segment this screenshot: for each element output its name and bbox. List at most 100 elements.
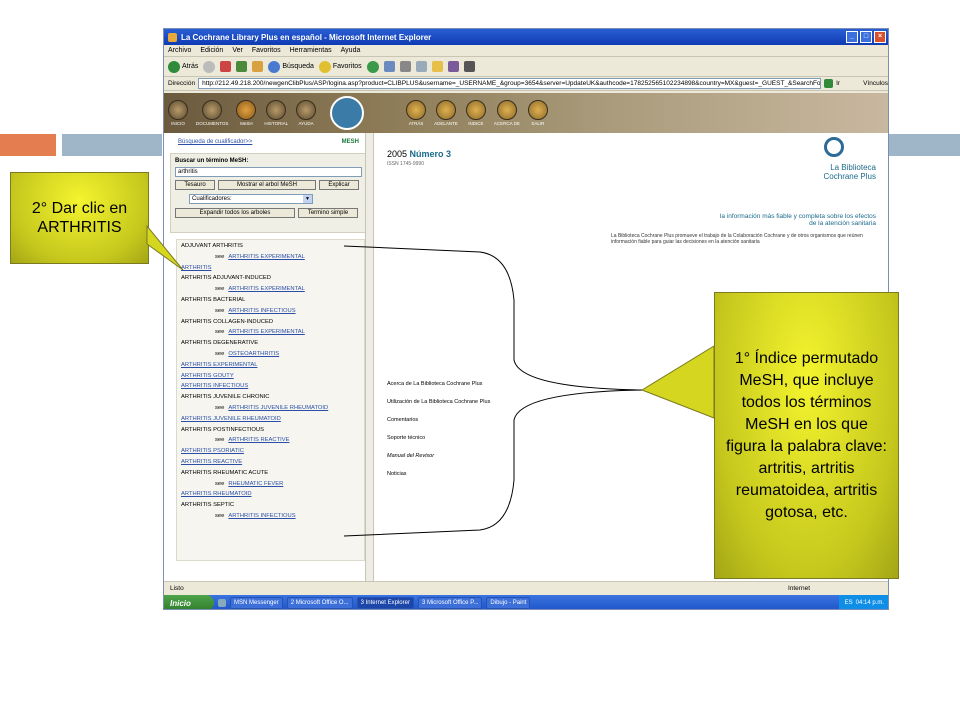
language-indicator[interactable]: ES <box>845 600 853 606</box>
see-term-link[interactable]: ARTHRITIS EXPERIMENTAL <box>228 329 304 335</box>
menu-ver[interactable]: Ver <box>232 47 243 54</box>
forward-arrow-icon[interactable] <box>203 60 216 73</box>
qualifier-select[interactable]: Cualificadores: ▼ <box>189 194 313 204</box>
maximize-icon[interactable]: □ <box>860 31 872 43</box>
see-label: see <box>215 512 225 519</box>
mesh-term-row[interactable]: see RHEUMATIC FEVER <box>181 481 360 492</box>
show-tree-button[interactable]: Mostrar el arbol MeSH <box>218 180 316 190</box>
address-input[interactable]: http://212.49.218.200/newgenClibPlus/ASP… <box>198 78 822 89</box>
mesh-term-row: ARTHRITIS RHEUMATIC ACUTE <box>181 469 269 476</box>
task-office-2[interactable]: 3 Microsoft Office P... <box>417 597 483 609</box>
chevron-down-icon: ▼ <box>303 195 312 203</box>
task-paint[interactable]: Dibujo - Paint <box>486 597 531 609</box>
start-button[interactable]: Inicio <box>164 595 214 609</box>
simple-term-button[interactable]: Termino simple <box>298 208 358 218</box>
links-label[interactable]: Vínculos <box>863 80 888 87</box>
mesh-term-row[interactable]: ARTHRITIS PSORIATIC <box>181 448 360 459</box>
mesh-term-row[interactable]: see ARTHRITIS EXPERIMENTAL <box>181 329 360 340</box>
see-term-link[interactable]: ARTHRITIS JUVENILE RHEUMATOID <box>228 405 328 411</box>
mesh-term-row[interactable]: see OSTEOARTHRITIS <box>181 351 360 362</box>
mesh-term-row[interactable]: ARTHRITIS REACTIVE <box>181 459 360 470</box>
mesh-term-row: ARTHRITIS ADJUVANT-INDUCED <box>181 275 271 282</box>
mesh-term-row[interactable]: ARTHRITIS GOUTY <box>181 373 360 384</box>
minimize-icon[interactable]: _ <box>846 31 858 43</box>
quicklaunch-icon[interactable] <box>218 599 226 607</box>
link-soporte[interactable]: Soporte técnico <box>387 435 490 453</box>
menu-edicion[interactable]: Edición <box>200 47 223 54</box>
mesh-term-row[interactable]: ARTHRITIS EXPERIMENTAL <box>181 362 360 373</box>
task-office-1[interactable]: 2 Microsoft Office O... <box>286 597 353 609</box>
mesh-term-row[interactable]: ARTHRITIS INFECTIOUS <box>181 383 360 394</box>
messenger-icon[interactable] <box>463 61 475 72</box>
favorites-button[interactable]: Favoritos <box>318 60 362 73</box>
mail-icon[interactable] <box>383 61 395 72</box>
refresh-icon[interactable] <box>236 61 248 72</box>
mesh-term-row[interactable]: see ARTHRITIS JUVENILE RHEUMATOID <box>181 405 360 416</box>
see-term-link[interactable]: ARTHRITIS EXPERIMENTAL <box>228 286 304 292</box>
search-button[interactable]: Búsqueda <box>268 60 314 73</box>
task-msn[interactable]: MSN Messenger <box>230 597 283 609</box>
mesh-term-row[interactable]: see ARTHRITIS EXPERIMENTAL <box>181 254 360 265</box>
close-icon[interactable]: × <box>874 31 886 43</box>
see-term-link[interactable]: OSTEOARTHRITIS <box>228 351 279 357</box>
see-term-link[interactable]: ARTHRITIS INFECTIOUS <box>228 513 295 519</box>
address-label: Dirección <box>168 80 196 87</box>
link-acerca[interactable]: Acerca de La Biblioteca Cochrane Plus <box>387 381 490 399</box>
qualifier-search-link[interactable]: Búsqueda de cualificador>> <box>178 139 252 145</box>
info-links: Acerca de La Biblioteca Cochrane Plus Ut… <box>387 381 490 489</box>
nav-ayuda[interactable]: AYUDA <box>296 100 317 126</box>
see-term-link[interactable]: RHEUMATIC FEVER <box>228 481 283 487</box>
nav-documentos[interactable]: DOCUMENTOS <box>196 100 228 126</box>
folder-icon[interactable] <box>431 61 443 72</box>
menu-archivo[interactable]: Archivo <box>168 47 191 54</box>
tagline: la información más fiable y completa sob… <box>719 213 876 227</box>
mesh-term-row[interactable]: see ARTHRITIS EXPERIMENTAL <box>181 286 360 297</box>
mesh-term-row[interactable]: see ARTHRITIS INFECTIOUS <box>181 308 360 319</box>
see-term-link[interactable]: ARTHRITIS INFECTIOUS <box>228 308 295 314</box>
historial-icon <box>266 100 287 120</box>
nav-indice[interactable]: INDICE <box>465 100 486 126</box>
mesh-term-row[interactable]: see ARTHRITIS REACTIVE <box>181 437 360 448</box>
nav-atras[interactable]: ATRÁS <box>406 100 427 126</box>
mesh-term-row[interactable]: see ARTHRITIS INFECTIOUS <box>181 513 360 524</box>
go-icon[interactable] <box>824 79 834 88</box>
link-utilizacion[interactable]: Utilización de La Biblioteca Cochrane Pl… <box>387 399 490 417</box>
left-pane-scrollbar[interactable] <box>365 133 373 581</box>
home-icon[interactable] <box>252 61 264 72</box>
mesh-term-row: ARTHRITIS DEGENERATIVE <box>181 340 259 347</box>
research-icon[interactable] <box>447 61 459 72</box>
back-label: Atrás <box>182 63 199 70</box>
menu-ayuda[interactable]: Ayuda <box>341 47 361 54</box>
nav-adelante[interactable]: ADELANTE <box>434 100 458 126</box>
mesh-term-row[interactable]: ARTHRITIS <box>181 265 360 276</box>
link-manual[interactable]: Manual del Revisor <box>387 453 490 471</box>
link-noticias[interactable]: Noticias <box>387 471 490 489</box>
task-ie[interactable]: 3 Internet Explorer <box>356 597 414 609</box>
menu-favoritos[interactable]: Favoritos <box>252 47 281 54</box>
acerca-icon <box>496 100 517 120</box>
mesh-search-input[interactable]: arthritis <box>175 167 362 177</box>
link-comentarios[interactable]: Comentarios <box>387 417 490 435</box>
nav-salir[interactable]: SALIR <box>527 100 548 126</box>
stop-icon[interactable] <box>220 61 232 72</box>
see-term-link[interactable]: ARTHRITIS REACTIVE <box>228 437 289 443</box>
print-icon[interactable] <box>399 61 411 72</box>
expand-all-trees-button[interactable]: Expandir todos los arboles <box>175 208 295 218</box>
edit-icon[interactable] <box>415 61 427 72</box>
nav-acerca[interactable]: ACERCA DE <box>494 100 520 126</box>
explain-button[interactable]: Explicar <box>319 180 359 190</box>
go-label[interactable]: Ir <box>836 80 840 87</box>
see-label: see <box>215 350 225 357</box>
nav-historial[interactable]: HISTORIAL <box>264 100 288 126</box>
back-button[interactable]: Atrás <box>168 60 199 73</box>
nav-inicio[interactable]: INICIO <box>168 100 188 126</box>
mesh-term-row[interactable]: ARTHRITIS JUVENILE RHEUMATOID <box>181 416 360 427</box>
menu-herramientas[interactable]: Herramientas <box>290 47 332 54</box>
see-term-link[interactable]: ARTHRITIS EXPERIMENTAL <box>228 254 304 260</box>
thesaurus-button[interactable]: Tesauro <box>175 180 215 190</box>
history-icon[interactable] <box>366 60 379 73</box>
window-titlebar: La Cochrane Library Plus en español - Mi… <box>164 29 888 45</box>
nav-mesh[interactable]: MeSH <box>236 100 257 126</box>
nav-salir-label: SALIR <box>531 121 545 126</box>
mesh-term-row[interactable]: ARTHRITIS RHEUMATOID <box>181 491 360 502</box>
